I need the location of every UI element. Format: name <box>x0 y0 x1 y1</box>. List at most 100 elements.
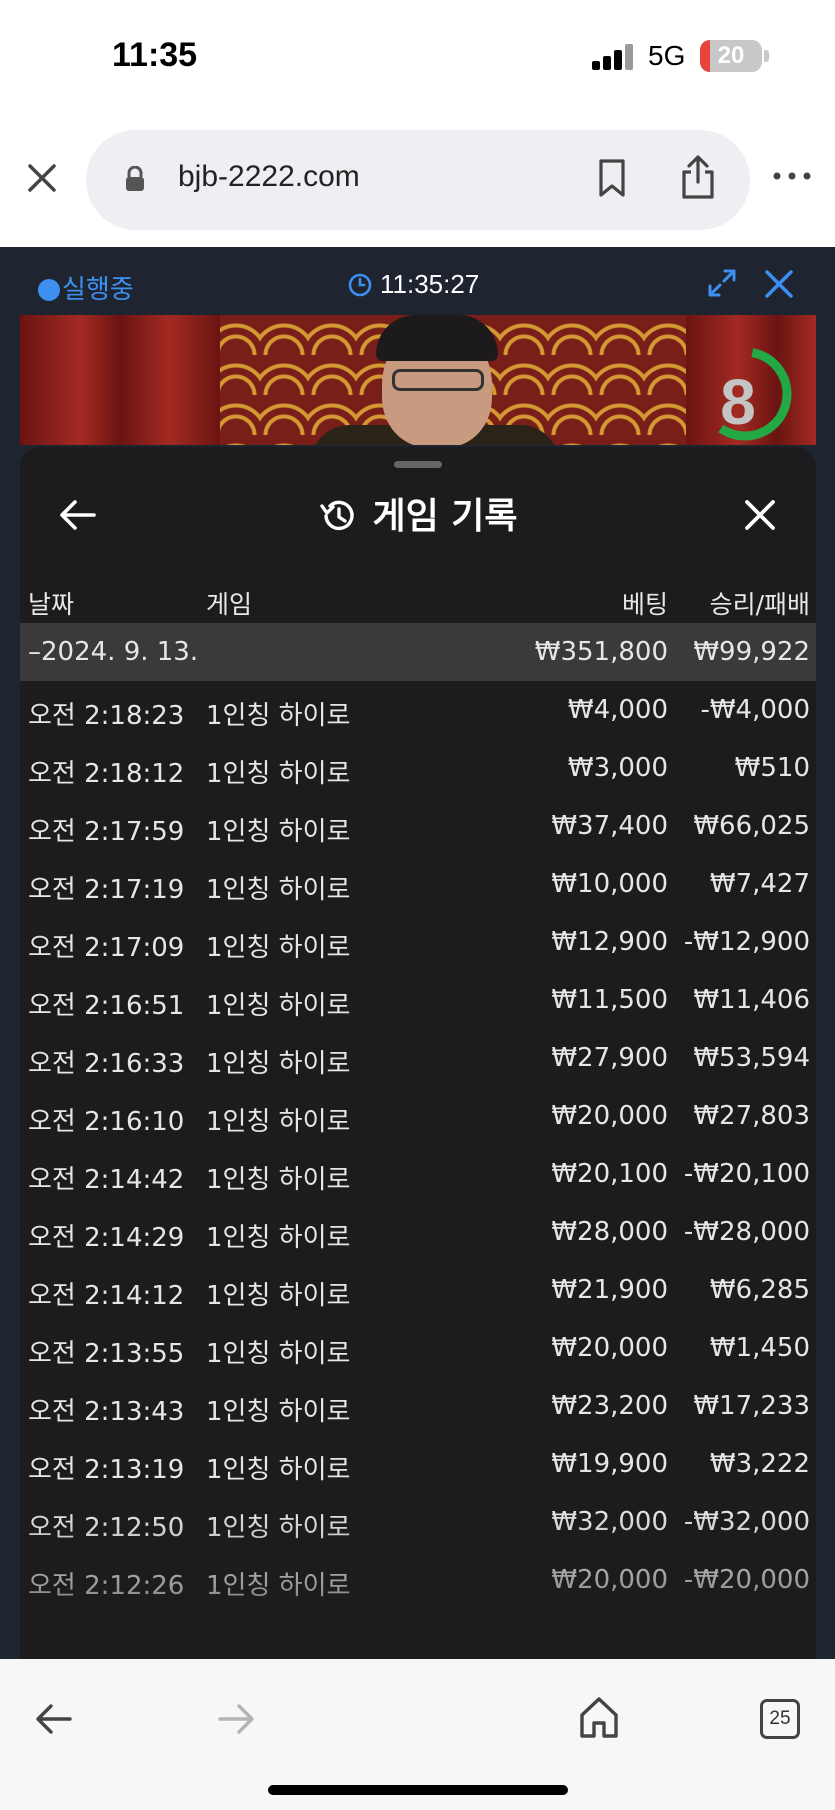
url-bar[interactable]: bjb-2222.com <box>86 130 750 230</box>
browser-address-row: bjb-2222.com <box>0 110 835 247</box>
history-row[interactable]: 오전 2:18:23 1인칭 하이로 ₩4,000 -₩4,000 <box>20 681 816 739</box>
expand-icon[interactable] <box>706 267 738 299</box>
row-result: ₩17,233 <box>693 1391 810 1421</box>
row-game: 1인칭 하이로 <box>206 991 351 1021</box>
bookmark-icon[interactable] <box>594 158 630 198</box>
row-result: ₩510 <box>734 753 810 783</box>
browser-toolbar: 25 <box>0 1659 835 1810</box>
history-row[interactable]: 오전 2:12:26 1인칭 하이로 ₩20,000 -₩20,000 <box>20 1551 816 1609</box>
table-header: 날짜 게임 베팅 승리/패배 <box>20 579 816 621</box>
history-row[interactable]: 오전 2:14:29 1인칭 하이로 ₩28,000 -₩28,000 <box>20 1203 816 1261</box>
row-time: 오전 2:14:42 <box>28 1165 185 1195</box>
battery-icon: 20 <box>700 40 762 72</box>
row-game: 1인칭 하이로 <box>206 817 351 847</box>
history-row[interactable]: 오전 2:13:55 1인칭 하이로 ₩20,000 ₩1,450 <box>20 1319 816 1377</box>
row-game: 1인칭 하이로 <box>206 1513 351 1543</box>
col-game: 게임 <box>206 590 253 619</box>
status-time: 11:35 <box>112 36 198 74</box>
row-bet: ₩3,000 <box>567 753 668 783</box>
sheet-title: 게임 기록 <box>20 487 816 539</box>
row-bet: ₩4,000 <box>567 695 668 725</box>
row-bet: ₩23,200 <box>551 1391 668 1421</box>
row-game: 1인칭 하이로 <box>206 701 351 731</box>
row-bet: ₩20,000 <box>551 1101 668 1131</box>
close-app-icon[interactable] <box>762 267 796 301</box>
share-icon[interactable] <box>678 154 718 200</box>
row-time: 오전 2:16:10 <box>28 1107 185 1137</box>
curtain-left <box>20 315 220 445</box>
row-result: ₩27,803 <box>693 1101 810 1131</box>
row-result: -₩28,000 <box>683 1217 810 1247</box>
col-date: 날짜 <box>28 590 75 619</box>
close-icon[interactable] <box>742 497 778 533</box>
home-icon[interactable] <box>578 1695 620 1739</box>
row-game: 1인칭 하이로 <box>206 1165 351 1195</box>
history-row[interactable]: 오전 2:16:33 1인칭 하이로 ₩27,900 ₩53,594 <box>20 1029 816 1087</box>
col-result: 승리/패배 <box>709 590 810 619</box>
lock-icon <box>126 166 144 191</box>
row-bet: ₩10,000 <box>551 869 668 899</box>
row-result: -₩12,900 <box>683 927 810 957</box>
history-row[interactable]: 오전 2:16:10 1인칭 하이로 ₩20,000 ₩27,803 <box>20 1087 816 1145</box>
row-game: 1인칭 하이로 <box>206 875 351 905</box>
history-row[interactable]: 오전 2:14:12 1인칭 하이로 ₩21,900 ₩6,285 <box>20 1261 816 1319</box>
row-time: 오전 2:13:55 <box>28 1339 185 1369</box>
clock-icon <box>348 273 372 297</box>
row-bet: ₩20,000 <box>551 1333 668 1363</box>
row-result: -₩20,000 <box>683 1565 810 1595</box>
more-icon[interactable] <box>772 166 812 186</box>
row-time: 오전 2:17:09 <box>28 933 185 963</box>
row-result: ₩11,406 <box>693 985 810 1015</box>
forward-arrow-icon[interactable] <box>216 1701 256 1737</box>
back-arrow-icon[interactable] <box>34 1701 74 1737</box>
row-time: 오전 2:17:59 <box>28 817 185 847</box>
status-dot-icon <box>38 279 60 301</box>
history-row[interactable]: 오전 2:17:09 1인칭 하이로 ₩12,900 -₩12,900 <box>20 913 816 971</box>
history-row[interactable]: 오전 2:13:43 1인칭 하이로 ₩23,200 ₩17,233 <box>20 1377 816 1435</box>
history-row[interactable]: 오전 2:12:50 1인칭 하이로 ₩32,000 -₩32,000 <box>20 1493 816 1551</box>
history-icon <box>320 500 355 531</box>
summary-bet: ₩351,800 <box>534 637 668 667</box>
close-icon[interactable] <box>22 158 62 198</box>
row-bet: ₩28,000 <box>551 1217 668 1247</box>
row-bet: ₩32,000 <box>551 1507 668 1537</box>
row-bet: ₩21,900 <box>551 1275 668 1305</box>
row-game: 1인칭 하이로 <box>206 1281 351 1311</box>
row-game: 1인칭 하이로 <box>206 1339 351 1369</box>
row-bet: ₩20,000 <box>551 1565 668 1595</box>
history-row[interactable]: 오전 2:18:12 1인칭 하이로 ₩3,000 ₩510 <box>20 739 816 797</box>
row-result: ₩66,025 <box>693 811 810 841</box>
row-result: ₩53,594 <box>693 1043 810 1073</box>
row-game: 1인칭 하이로 <box>206 1107 351 1137</box>
countdown-number: 8 <box>720 366 756 438</box>
tabs-icon[interactable]: 25 <box>760 1699 800 1739</box>
row-time: 오전 2:14:12 <box>28 1281 185 1311</box>
row-time: 오전 2:18:12 <box>28 759 185 789</box>
row-bet: ₩27,900 <box>551 1043 668 1073</box>
row-game: 1인칭 하이로 <box>206 1397 351 1427</box>
row-game: 1인칭 하이로 <box>206 1571 351 1601</box>
row-time: 오전 2:13:19 <box>28 1455 185 1485</box>
row-game: 1인칭 하이로 <box>206 933 351 963</box>
game-app: 실행중 11:35:27 8 게임 기록 날짜 게임 베팅 승리/패배 –202… <box>0 247 835 1659</box>
history-row[interactable]: 오전 2:17:19 1인칭 하이로 ₩10,000 ₩7,427 <box>20 855 816 913</box>
row-time: 오전 2:18:23 <box>28 701 185 731</box>
history-row[interactable]: 오전 2:16:51 1인칭 하이로 ₩11,500 ₩11,406 <box>20 971 816 1029</box>
row-time: 오전 2:16:51 <box>28 991 185 1021</box>
row-bet: ₩19,900 <box>551 1449 668 1479</box>
row-list: 오전 2:18:23 1인칭 하이로 ₩4,000 -₩4,000 오전 2:18:12… <box>20 681 816 1609</box>
history-row[interactable]: 오전 2:14:42 1인칭 하이로 ₩20,100 -₩20,100 <box>20 1145 816 1203</box>
date-summary-row[interactable]: –2024. 9. 13. ₩351,800 ₩99,922 <box>20 623 816 681</box>
history-row[interactable]: 오전 2:13:19 1인칭 하이로 ₩19,900 ₩3,222 <box>20 1435 816 1493</box>
row-result: ₩7,427 <box>709 869 810 899</box>
live-video: 8 <box>20 315 816 445</box>
history-row[interactable]: 오전 2:17:59 1인칭 하이로 ₩37,400 ₩66,025 <box>20 797 816 855</box>
battery-tip <box>764 50 769 62</box>
sheet-title-text: 게임 기록 <box>372 496 518 537</box>
row-time: 오전 2:14:29 <box>28 1223 185 1253</box>
row-bet: ₩12,900 <box>551 927 668 957</box>
row-result: -₩20,100 <box>683 1159 810 1189</box>
url-text[interactable]: bjb-2222.com <box>178 160 360 194</box>
sheet-grabber[interactable] <box>394 461 442 468</box>
home-indicator[interactable] <box>268 1785 568 1795</box>
